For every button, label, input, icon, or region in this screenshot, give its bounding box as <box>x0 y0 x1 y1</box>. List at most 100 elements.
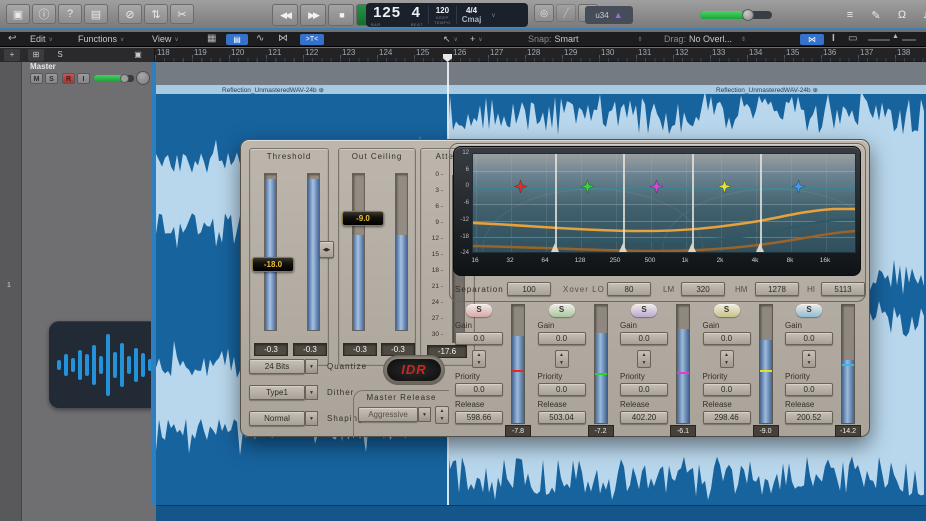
band-gain-value[interactable]: 0.0 <box>785 332 833 345</box>
band-release-value[interactable]: 598.66 <box>455 411 503 424</box>
help-icon[interactable]: ? <box>58 4 82 24</box>
loop-browser-icon[interactable]: Ω <box>890 5 914 25</box>
edit-menu[interactable]: Edit∨ <box>30 34 53 44</box>
note-pads-icon[interactable]: ✎ <box>864 5 888 25</box>
region-view-icon[interactable]: ▤ <box>226 34 248 45</box>
band-release-value[interactable]: 503.04 <box>538 411 586 424</box>
count-in-badge[interactable]: u34 ▲ <box>585 6 633 24</box>
xover-hi-value[interactable]: 5113 <box>821 282 865 296</box>
forward-button[interactable]: ▶▶ <box>300 4 326 26</box>
band-solo-button[interactable]: S <box>549 304 575 317</box>
catch-playhead-icon[interactable]: >T< <box>300 34 324 45</box>
out-ceiling-fader[interactable]: -9.0 <box>342 211 384 226</box>
crossover-line[interactable] <box>760 154 762 252</box>
band-release-value[interactable]: 298.46 <box>703 411 751 424</box>
crossfade-icon[interactable]: ⋈ <box>800 34 824 45</box>
add-track-button[interactable]: + <box>4 49 20 61</box>
band-marker-star[interactable] <box>514 180 527 193</box>
band-solo-button[interactable]: S <box>796 304 822 317</box>
volume-knob[interactable] <box>742 9 754 21</box>
crossover-handle[interactable] <box>551 243 559 252</box>
link-button[interactable]: ◀▶ <box>319 241 334 258</box>
stop-button[interactable]: ■ <box>328 4 354 26</box>
band-priority-value[interactable]: 0.0 <box>620 383 668 396</box>
crossover-line[interactable] <box>623 154 625 252</box>
crossover-line[interactable] <box>692 154 694 252</box>
mute-button[interactable]: M <box>30 73 43 84</box>
automation-icon[interactable]: ∿ <box>256 33 264 44</box>
band-gain-value[interactable]: 0.0 <box>703 332 751 345</box>
master-release-dropdown-icon[interactable]: ▼ <box>418 407 431 422</box>
band-marker-star[interactable] <box>792 180 805 193</box>
l3-multimaximizer-plugin[interactable]: Threshold -18.0 -0.3 -0.3 ◀▶ Out Ceiling… <box>240 139 870 437</box>
band-solo-button[interactable]: S <box>714 304 740 317</box>
band-gain-stepper[interactable]: ▲▼ <box>802 350 816 368</box>
xover-hm-value[interactable]: 1278 <box>755 282 799 296</box>
metronome-icon[interactable]: ▲ <box>614 10 623 20</box>
band-priority-value[interactable]: 0.0 <box>538 383 586 396</box>
vzoom-slider[interactable] <box>868 39 890 41</box>
shaping-dropdown-icon[interactable]: ▼ <box>305 411 318 426</box>
band-solo-button[interactable]: S <box>466 304 492 317</box>
band-gain-value[interactable]: 0.0 <box>620 332 668 345</box>
media-browser-icon[interactable]: ♬ <box>916 5 926 25</box>
bracket-icon[interactable]: ▭ <box>848 33 857 44</box>
band-priority-value[interactable]: 0.0 <box>455 383 503 396</box>
playhead-marker[interactable] <box>443 54 452 62</box>
list-editors-icon[interactable]: ≡ <box>838 5 862 25</box>
shaping-select[interactable]: Normal <box>249 411 305 426</box>
duplicate-track-button[interactable]: ⊞ <box>28 49 44 61</box>
band-gain-stepper[interactable]: ▲▼ <box>472 350 486 368</box>
master-volume-slider[interactable] <box>700 11 772 19</box>
tuner-icon[interactable]: ◎ <box>534 4 554 22</box>
band-gain-stepper[interactable]: ▲▼ <box>720 350 734 368</box>
master-track-header[interactable]: Master M S R I <box>22 62 151 521</box>
master-release-stepper[interactable]: ▲▼ <box>435 406 449 424</box>
band-release-value[interactable]: 200.52 <box>785 411 833 424</box>
band-priority-value[interactable]: 0.0 <box>785 383 833 396</box>
record-enable-button[interactable]: R <box>62 73 75 84</box>
display-mode-button[interactable]: ▣ <box>130 49 146 61</box>
back-icon[interactable]: ↩ <box>8 33 16 44</box>
separation-value[interactable]: 100 <box>507 282 551 296</box>
info-icon[interactable]: ⓘ <box>32 4 56 24</box>
crossover-handle[interactable] <box>756 243 764 252</box>
input-monitor-button[interactable]: I <box>77 73 90 84</box>
region-title-bar[interactable]: Reflection_UnmasteredWAV-24b ⊕ Reflectio… <box>156 85 926 94</box>
dither-dropdown-icon[interactable]: ▼ <box>305 385 318 400</box>
playhead-tool-icon[interactable]: I <box>832 33 835 44</box>
track-volume-knob[interactable] <box>120 74 129 83</box>
snap-control[interactable]: Snap: Smart ⇕ <box>528 34 643 44</box>
band-release-value[interactable]: 402.20 <box>620 411 668 424</box>
band-gain-value[interactable]: 0.0 <box>455 332 503 345</box>
drag-control[interactable]: Drag: No Overl... ⇕ <box>664 34 746 44</box>
dither-select[interactable]: Type1 <box>249 385 305 400</box>
pan-knob[interactable] <box>136 71 150 85</box>
band-gain-stepper[interactable]: ▲▼ <box>555 350 569 368</box>
master-release-select[interactable]: Aggressive <box>358 407 418 422</box>
band-priority-value[interactable]: 0.0 <box>703 383 751 396</box>
grid-icon[interactable]: ▦ <box>207 33 216 44</box>
track-icon[interactable] <box>49 321 159 408</box>
solo-button[interactable]: S <box>45 73 58 84</box>
band-solo-button[interactable]: S <box>631 304 657 317</box>
quantize-select[interactable]: 24 Bits <box>249 359 305 374</box>
band-gain-stepper[interactable]: ▲▼ <box>637 350 651 368</box>
flex-icon[interactable]: ⋈ <box>278 33 288 44</box>
solo-tracks-button[interactable]: S <box>52 49 68 61</box>
rewind-button[interactable]: ◀◀ <box>272 4 298 26</box>
quantize-dropdown-icon[interactable]: ▼ <box>305 359 318 374</box>
band-marker-star[interactable] <box>650 180 663 193</box>
display-icon[interactable]: ▤ <box>84 4 108 24</box>
mixer-icon[interactable]: ⇅ <box>144 4 168 24</box>
threshold-fader[interactable]: -18.0 <box>252 257 294 272</box>
functions-menu[interactable]: Functions∨ <box>78 34 124 44</box>
scissors-icon[interactable]: ✂ <box>170 4 194 24</box>
command-tool-selector[interactable]: +∨ <box>470 34 483 44</box>
xover-lo-value[interactable]: 80 <box>607 282 651 296</box>
devices-icon[interactable]: ▣ <box>6 4 30 24</box>
track-volume-slider[interactable] <box>94 75 134 82</box>
lcd-chevron-icon[interactable]: ∨ <box>486 12 500 19</box>
hzoom-slider[interactable] <box>902 39 916 41</box>
xover-lm-value[interactable]: 320 <box>681 282 725 296</box>
